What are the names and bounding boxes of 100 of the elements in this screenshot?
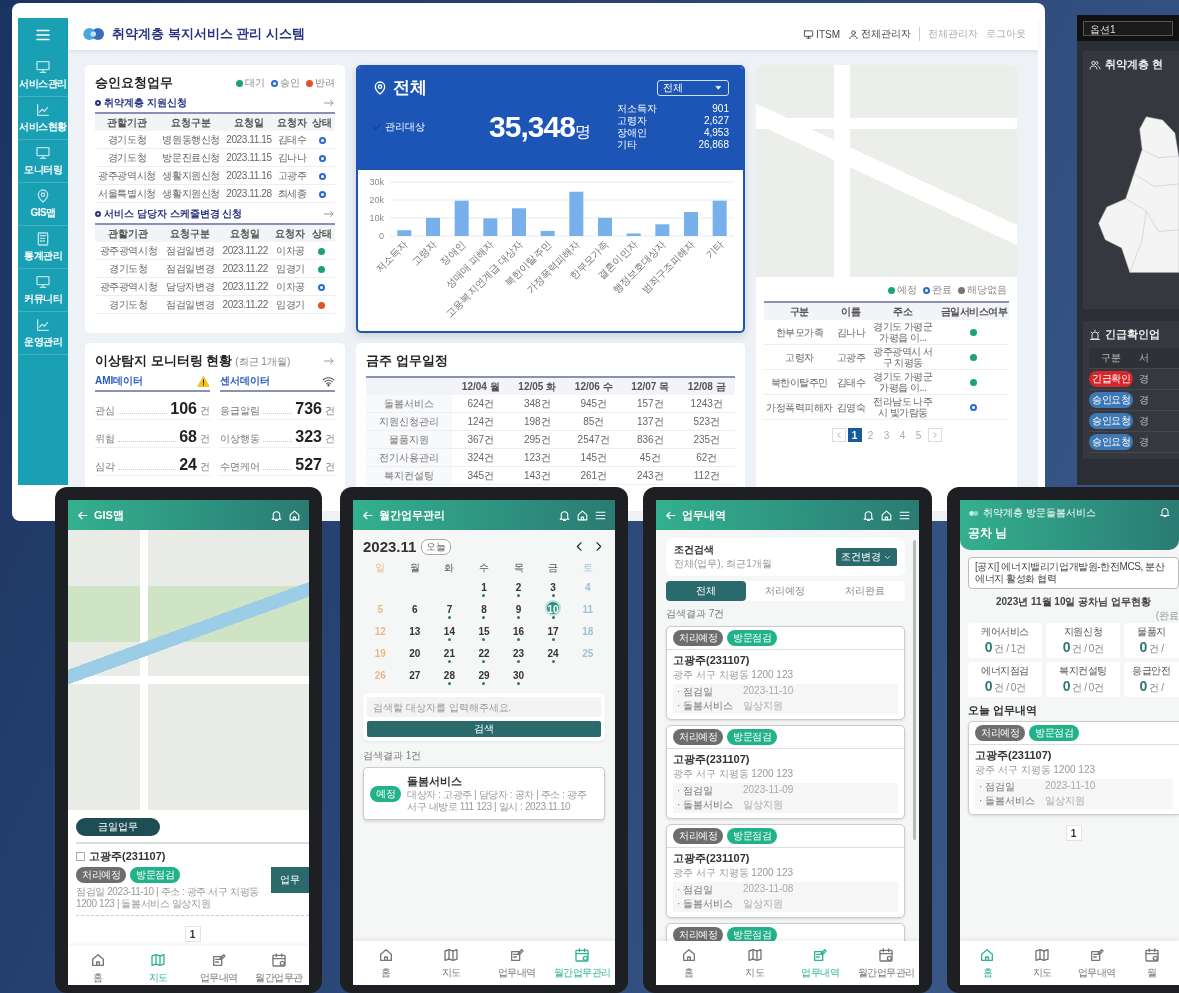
map-icon bbox=[1034, 946, 1051, 963]
column-header: 주소 bbox=[867, 302, 939, 320]
nav-tab[interactable]: 홈 bbox=[353, 941, 419, 985]
calendar-day[interactable]: 23 bbox=[501, 643, 536, 663]
calendar-day[interactable]: 16 bbox=[501, 621, 536, 641]
calendar-day[interactable]: 17 bbox=[535, 621, 571, 641]
task-card[interactable]: 처리예정 방문점검 고광주(231107) 광주 서구 치평동 1200 123 · 점검일 2023-11-08 · 돌봄서비스 일상지원 bbox=[666, 824, 905, 918]
nav-tab[interactable]: 지도 bbox=[1014, 941, 1070, 985]
metric-label: 수면케어 bbox=[220, 460, 260, 474]
home-icon[interactable] bbox=[880, 508, 893, 522]
calendar-day[interactable]: 2 bbox=[501, 577, 536, 597]
screen-title: 월간업무관리 bbox=[379, 507, 445, 523]
address-text: 광주 서구 치평동 1200 123 bbox=[673, 767, 795, 781]
calendar-day[interactable]: 27 bbox=[397, 665, 433, 685]
nav-tab[interactable]: 업무내역 bbox=[484, 941, 550, 985]
header-link[interactable]: ITSM bbox=[803, 28, 840, 40]
nav-tab[interactable]: 홈 bbox=[960, 941, 1015, 985]
scrollbar[interactable] bbox=[913, 540, 916, 840]
nav-tab[interactable]: 지도 bbox=[721, 941, 788, 985]
nav-tab[interactable]: 업무내역 bbox=[1069, 941, 1125, 985]
calendar-day[interactable]: 8 bbox=[466, 599, 502, 619]
calendar-day[interactable]: 3 bbox=[535, 577, 571, 597]
filter-tab[interactable]: 처리완료 bbox=[825, 581, 905, 601]
user-icon bbox=[848, 28, 859, 40]
calendar-day[interactable]: 20 bbox=[397, 643, 433, 663]
column-header: 관할기관 bbox=[95, 113, 160, 131]
nav-tab[interactable]: 홈 bbox=[68, 946, 129, 985]
nav-tab[interactable]: 업무내역 bbox=[188, 946, 249, 985]
notification-icon[interactable] bbox=[558, 508, 571, 522]
calendar-day[interactable]: 1 bbox=[466, 577, 502, 597]
calendar-day[interactable]: 7 bbox=[432, 599, 467, 619]
bullet-ring-icon bbox=[95, 211, 101, 217]
breakdown-value: 2,627 bbox=[702, 115, 729, 127]
filter-tab[interactable]: 처리예정 bbox=[745, 581, 826, 601]
search-button[interactable]: 검색 bbox=[367, 721, 601, 737]
table-cell: 945건 bbox=[565, 395, 622, 413]
task-card[interactable]: 처리예정 방문점검 고광주(231107) 광주 서구 치평동 1200 123 · 점검일 2023-11-10 · 돌봄서비스 일상지원 bbox=[968, 721, 1179, 815]
calendar-day[interactable]: 14 bbox=[432, 621, 467, 641]
change-filter-button[interactable]: 조건변경 bbox=[836, 548, 897, 566]
nav-tab[interactable]: 지도 bbox=[418, 941, 484, 985]
home-icon[interactable] bbox=[288, 508, 301, 522]
nav-tab[interactable]: 월간업무관리 bbox=[853, 941, 919, 985]
axis-tick-label: 20k bbox=[369, 195, 384, 205]
column-header: 12/08 금 bbox=[678, 377, 735, 395]
task-card[interactable]: 처리예정 방문점검 bbox=[666, 923, 905, 941]
option-select[interactable]: 옵션1 bbox=[1083, 20, 1173, 36]
page-button[interactable]: 1 bbox=[1065, 825, 1082, 841]
notification-icon[interactable] bbox=[862, 508, 875, 522]
table-cell: 2023.11.15 bbox=[223, 131, 275, 149]
header-link[interactable]: 전체관리자 bbox=[848, 27, 911, 41]
table-cell: 이차공 bbox=[272, 242, 309, 260]
nav-tab[interactable]: 홈 bbox=[656, 941, 722, 985]
notification-icon[interactable] bbox=[1159, 506, 1171, 518]
calendar-day[interactable]: 21 bbox=[432, 643, 467, 663]
calendar-icon bbox=[878, 946, 895, 963]
calendar-icon bbox=[574, 946, 591, 963]
calendar-day[interactable]: 22 bbox=[466, 643, 502, 663]
task-card[interactable]: 처리예정 방문점검 고광주(231107) 광주 서구 치평동 1200 123 · 점검일 2023-11-10 · 돌봄서비스 일상지원 bbox=[666, 626, 905, 720]
detail-label: · 점검일 bbox=[979, 780, 1017, 794]
status-badge: 긴급확인 bbox=[1089, 371, 1133, 387]
calendar-day[interactable]: 9 bbox=[501, 599, 536, 619]
checkbox[interactable] bbox=[76, 852, 85, 861]
monitor-icon bbox=[35, 274, 51, 290]
region-select[interactable]: 전체 bbox=[657, 79, 729, 96]
calendar-day[interactable]: 30 bbox=[501, 665, 536, 685]
filter-button[interactable]: 금일업무 bbox=[76, 818, 160, 836]
nav-tab[interactable]: 지도 bbox=[128, 946, 189, 985]
result-card[interactable]: 예정 돌봄서비스 대상자 : 고광주 | 담당자 : 공차 | 주소 : 광주 서구 내방로 111 123 | 일시 : 2023.11.10 bbox=[363, 767, 605, 820]
nav-tab[interactable]: 월간업무관 bbox=[248, 946, 309, 985]
weekday-label: 일 bbox=[374, 561, 387, 575]
calendar-day[interactable]: 24 bbox=[535, 643, 571, 663]
nav-tab[interactable]: 업무내역 bbox=[787, 941, 854, 985]
calendar-day[interactable]: 6 bbox=[397, 599, 433, 619]
calendar-day[interactable]: 13 bbox=[397, 621, 433, 641]
arrow-right-icon[interactable] bbox=[323, 208, 335, 220]
detail-value: 2023-11-10 bbox=[743, 685, 795, 698]
legend-label: 승인 bbox=[280, 76, 300, 90]
calendar-day[interactable]: 29 bbox=[466, 665, 502, 685]
task-card[interactable]: 처리예정 방문점검 고광주(231107) 광주 서구 치평동 1200 123 · 점검일 2023-11-09 · 돌봄서비스 일상지원 bbox=[666, 725, 905, 819]
metric-label: 관심 bbox=[95, 404, 115, 418]
page-button[interactable]: 1 bbox=[184, 926, 201, 942]
document-icon bbox=[508, 946, 525, 963]
notification-icon[interactable] bbox=[270, 508, 283, 522]
calendar-day[interactable]: 28 bbox=[432, 665, 467, 685]
filter-tab[interactable]: 전체 bbox=[666, 581, 746, 601]
search-field[interactable]: 검색할 대상자를 입력해주세요. bbox=[367, 697, 601, 717]
notice-banner[interactable]: [공지] 에너지밸리기업개발원-한전MCS, 분산에너지 활성화 협력 bbox=[968, 557, 1179, 589]
metric-unit: 건 bbox=[200, 404, 210, 418]
today-button[interactable]: 오늘 bbox=[421, 538, 452, 555]
task-button[interactable]: 업무 bbox=[271, 866, 309, 893]
calendar-day[interactable]: 10 bbox=[535, 599, 571, 619]
arrow-right-icon[interactable] bbox=[323, 97, 335, 109]
calendar-day[interactable]: 15 bbox=[466, 621, 502, 641]
page-button[interactable]: 1 bbox=[847, 428, 862, 442]
home-icon[interactable] bbox=[576, 508, 589, 522]
nav-tab[interactable]: 월 bbox=[1124, 941, 1179, 985]
arrow-right-icon[interactable] bbox=[323, 355, 335, 367]
document-icon bbox=[210, 951, 227, 968]
table-cell: 병원동행신청 bbox=[159, 131, 224, 149]
nav-tab[interactable]: 월간업무관리 bbox=[549, 941, 615, 985]
